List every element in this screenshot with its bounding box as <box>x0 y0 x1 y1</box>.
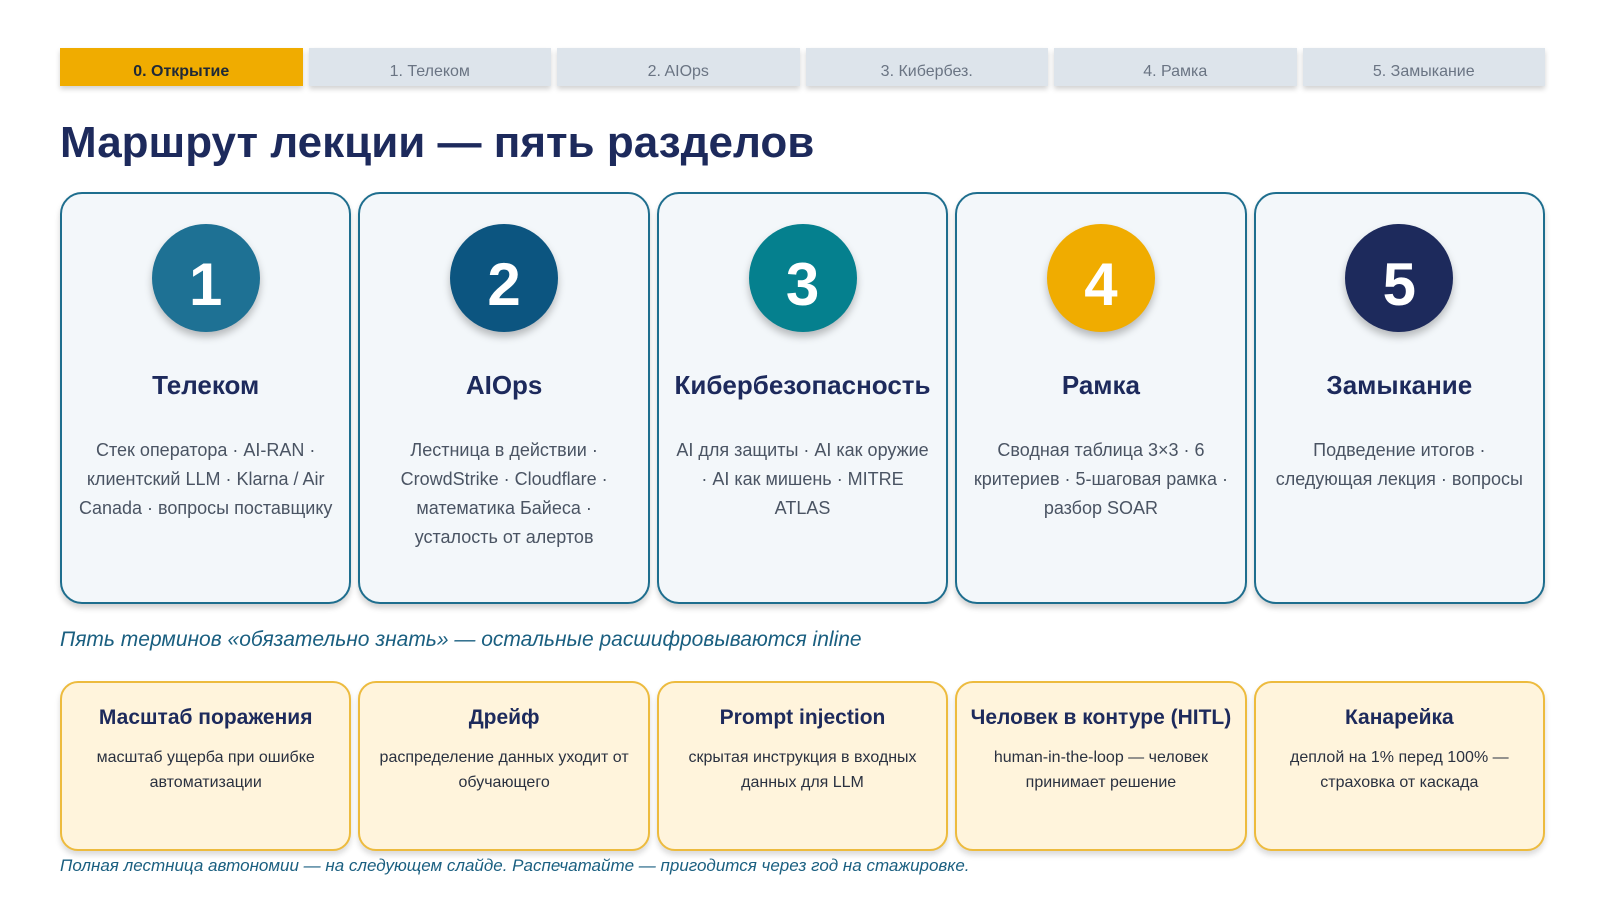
term-card-prompt-injection: Prompt injection скрытая инструкция в вх… <box>656 681 949 851</box>
section-description: Сводная таблица 3×3 · 6 критериев · 5-ша… <box>973 440 1228 518</box>
term-title: Дрейф <box>468 706 540 729</box>
term-description: распределение данных уходит от обучающег… <box>379 749 629 791</box>
section-description: Стек оператора · AI-RAN · клиентский LLM… <box>78 440 333 518</box>
footer-note: Полная лестница автономии — на следующем… <box>60 856 970 875</box>
tab-aiops[interactable]: 2. AIOps <box>557 48 800 86</box>
section-title: Замыкание <box>1326 370 1473 400</box>
tab-closing[interactable]: 5. Замыкание <box>1302 48 1545 86</box>
term-description: деплой на 1% перед 100% — страховка от к… <box>1290 749 1509 791</box>
tab-opening[interactable]: 0. Открытие <box>60 48 303 86</box>
tab-telecom[interactable]: 1. Телеком <box>308 48 551 86</box>
slide: 0. Открытие 1. Телеком 2. AIOps 3. Кибер… <box>0 0 1600 900</box>
tab-cybersec[interactable]: 3. Кибербез. <box>805 48 1048 86</box>
section-card-cybersec: 3 Кибербезопасность AI для защиты · AI к… <box>656 192 949 604</box>
section-description: Лестница в действии · CrowdStrike · Clou… <box>400 440 608 547</box>
terms-subtitle: Пять терминов «обязательно знать» — оста… <box>60 628 862 651</box>
section-card-telecom: 1 Телеком Стек оператора · AI-RAN · клие… <box>60 192 352 604</box>
section-number-badge: 3 <box>748 224 857 332</box>
term-card-hitl: Человек в контуре (HITL) human-in-the-lo… <box>955 681 1247 851</box>
section-title: Кибербезопасность <box>674 370 931 400</box>
section-title: Телеком <box>152 370 260 400</box>
page-title: Маршрут лекции — пять разделов <box>60 118 815 167</box>
section-description: AI для защиты · AI как оружие · AI как м… <box>676 440 929 518</box>
term-title: Масштаб поражения <box>98 706 313 729</box>
section-card-aiops: 2 AIOps Лестница в действии · CrowdStrik… <box>358 192 650 604</box>
section-cards: 1 Телеком Стек оператора · AI-RAN · клие… <box>60 192 1546 604</box>
section-card-closing: 5 Замыкание Подведение итогов · следующа… <box>1253 192 1546 604</box>
section-title: Рамка <box>1061 370 1140 400</box>
section-number-badge: 4 <box>1046 224 1155 332</box>
section-tabs: 0. Открытие 1. Телеком 2. AIOps 3. Кибер… <box>60 48 1545 86</box>
tab-framework[interactable]: 4. Рамка <box>1054 48 1297 86</box>
term-card-drift: Дрейф распределение данных уходит от обу… <box>358 681 650 851</box>
term-card-canary: Канарейка деплой на 1% перед 100% — стра… <box>1253 681 1546 851</box>
section-number-badge: 2 <box>450 224 559 332</box>
section-number-badge: 1 <box>151 224 260 332</box>
term-description: масштаб ущерба при ошибке автоматизации <box>96 749 315 791</box>
term-cards: Масштаб поражения масштаб ущерба при оши… <box>60 681 1546 851</box>
section-title: AIOps <box>465 370 543 400</box>
section-number-badge: 5 <box>1345 224 1454 332</box>
term-description: human-in-the-loop — человек принимает ре… <box>993 749 1208 791</box>
term-title: Человек в контуре (HITL) <box>970 706 1232 729</box>
section-card-framework: 4 Рамка Сводная таблица 3×3 · 6 критерие… <box>955 192 1247 604</box>
term-card-blast-radius: Масштаб поражения масштаб ущерба при оши… <box>60 681 352 851</box>
term-title: Prompt injection <box>719 706 886 729</box>
term-description: скрытая инструкция в входных данных для … <box>688 749 917 791</box>
section-description: Подведение итогов · следующая лекция · в… <box>1275 440 1523 489</box>
term-title: Канарейка <box>1344 706 1454 729</box>
